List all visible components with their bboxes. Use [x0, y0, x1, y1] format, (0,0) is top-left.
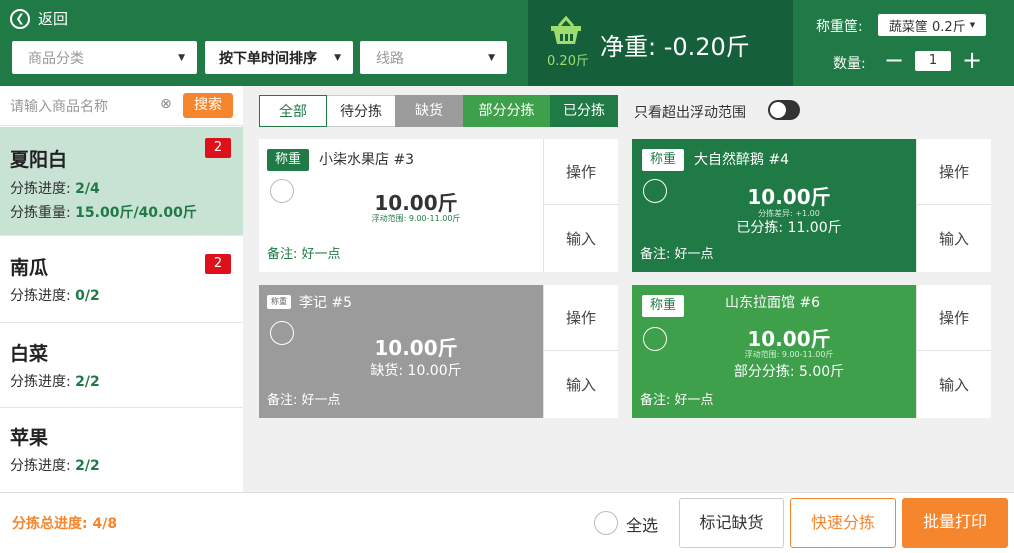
- card-input-button[interactable]: 输入: [917, 351, 991, 417]
- only-over-label: 只看超出浮动范围: [634, 105, 746, 121]
- chevron-down-icon: ▼: [488, 52, 495, 63]
- card-weight: 10.00斤: [747, 185, 831, 209]
- chevron-down-icon: ▼: [178, 52, 185, 63]
- card-operate-button[interactable]: 操作: [544, 139, 618, 205]
- card-input-button[interactable]: 输入: [917, 205, 991, 271]
- card-main: 称重 李记 #5 10.00斤 缺货: 10.00斤 备注: 好一点: [259, 285, 543, 418]
- chevron-down-icon: ▼: [969, 21, 976, 29]
- item-name: 南瓜: [10, 257, 49, 279]
- card-status: 部分分拣: 5.00斤: [733, 364, 845, 380]
- item-progress: 分拣进度: 2/4: [10, 181, 100, 197]
- list-item[interactable]: 南瓜 2 分拣进度: 0/2: [0, 236, 243, 323]
- order-card[interactable]: 称重 李记 #5 10.00斤 缺货: 10.00斤 备注: 好一点 操作 输入: [259, 285, 618, 418]
- card-name: 小柒水果店 #3: [319, 152, 415, 168]
- back-button[interactable]: ❮ 返回: [10, 8, 68, 29]
- search-button[interactable]: 搜索: [183, 93, 233, 118]
- select-all-label[interactable]: 全选: [626, 512, 658, 536]
- category-select-label: 商品分类: [28, 50, 84, 67]
- route-select-label: 线路: [376, 50, 404, 67]
- list-item[interactable]: 苹果 分拣进度: 2/2: [0, 408, 243, 492]
- list-item[interactable]: 白菜 分拣进度: 2/2: [0, 323, 243, 408]
- card-name: 山东拉面馆 #6: [725, 295, 821, 311]
- item-progress: 分拣进度: 0/2: [10, 288, 100, 304]
- qty-minus-button[interactable]: −: [884, 48, 904, 72]
- tab-pending[interactable]: 待分拣: [327, 95, 395, 127]
- count-badge: 2: [205, 254, 231, 274]
- basket-select-value: 蔬菜筐 0.2斤: [888, 19, 966, 35]
- card-operate-button[interactable]: 操作: [917, 285, 991, 351]
- sort-select[interactable]: 按下单时间排序 ▼: [205, 41, 353, 74]
- basket-select[interactable]: 蔬菜筐 0.2斤 ▼: [878, 14, 986, 36]
- weigh-tag: 称重: [267, 295, 291, 309]
- card-operate-button[interactable]: 操作: [544, 285, 618, 351]
- count-badge: 2: [205, 138, 231, 158]
- item-name: 夏阳白: [10, 149, 68, 171]
- item-name: 白菜: [10, 343, 49, 365]
- item-name: 苹果: [10, 427, 49, 449]
- toggle-knob: [770, 102, 786, 118]
- card-status: 已分拣: 11.00斤: [736, 220, 842, 236]
- card-actions: 操作 输入: [543, 285, 618, 418]
- tab-partial[interactable]: 部分分拣: [463, 95, 550, 127]
- card-range: 浮动范围: 9.00-11.00斤: [371, 214, 461, 223]
- chevron-down-icon: ▼: [334, 52, 341, 63]
- qty-plus-button[interactable]: +: [962, 48, 982, 72]
- card-actions: 操作 输入: [543, 139, 618, 272]
- card-note: 备注: 好一点: [267, 247, 341, 262]
- category-select[interactable]: 商品分类 ▼: [12, 41, 197, 74]
- mark-out-of-stock-button[interactable]: 标记缺货: [679, 498, 784, 548]
- card-weight: 10.00斤: [374, 191, 458, 215]
- basket-icon: [551, 16, 581, 44]
- card-weight: 10.00斤: [374, 336, 458, 360]
- quick-sort-button[interactable]: 快速分拣: [790, 498, 896, 548]
- weigh-tag: 称重: [267, 149, 310, 171]
- back-arrow-icon: ❮: [10, 8, 30, 29]
- tab-out-of-stock[interactable]: 缺货: [395, 95, 463, 127]
- back-label: 返回: [38, 10, 69, 28]
- card-status: 缺货: 10.00斤: [370, 363, 462, 379]
- order-card[interactable]: 称重 山东拉面馆 #6 10.00斤 浮动范围: 9.00-11.00斤 部分分…: [632, 285, 991, 418]
- card-actions: 操作 输入: [916, 139, 991, 272]
- card-name: 大自然醉鹅 #4: [694, 152, 790, 168]
- tab-all[interactable]: 全部: [259, 95, 327, 127]
- qty-input[interactable]: 1: [915, 51, 951, 71]
- total-progress: 分拣总进度: 4/8: [12, 516, 118, 532]
- card-input-button[interactable]: 输入: [544, 205, 618, 271]
- sort-select-label: 按下单时间排序: [219, 50, 317, 67]
- only-over-toggle[interactable]: [768, 100, 800, 120]
- clear-icon[interactable]: ⊗: [160, 96, 172, 112]
- card-input-button[interactable]: 输入: [544, 351, 618, 417]
- weigh-tag: 称重: [642, 295, 685, 317]
- qty-label: 数量:: [833, 56, 866, 72]
- select-all-radio[interactable]: [594, 511, 618, 535]
- card-main: 称重 小柒水果店 #3 10.00斤 浮动范围: 9.00-11.00斤 备注:…: [259, 139, 543, 272]
- item-progress: 分拣进度: 2/2: [10, 374, 100, 390]
- order-card[interactable]: 称重 大自然醉鹅 #4 10.00斤 分拣差异: +1.00 已分拣: 11.0…: [632, 139, 991, 272]
- item-progress: 分拣进度: 2/2: [10, 458, 100, 474]
- card-range: 浮动范围: 9.00-11.00斤: [744, 350, 834, 359]
- basket-weight: 0.20斤: [547, 54, 589, 69]
- batch-print-button[interactable]: 批量打印: [902, 498, 1008, 548]
- card-operate-button[interactable]: 操作: [917, 139, 991, 205]
- card-note: 备注: 好一点: [640, 393, 714, 408]
- card-main: 称重 山东拉面馆 #6 10.00斤 浮动范围: 9.00-11.00斤 部分分…: [632, 285, 916, 418]
- tab-done[interactable]: 已分拣: [550, 95, 618, 127]
- card-note: 备注: 好一点: [267, 393, 341, 408]
- list-item[interactable]: 夏阳白 2 分拣进度: 2/4 分拣重量: 15.00斤/40.00斤: [0, 127, 243, 236]
- basket-label: 称重筐:: [816, 19, 863, 35]
- card-name: 李记 #5: [299, 295, 353, 311]
- route-select[interactable]: 线路 ▼: [360, 41, 507, 74]
- card-actions: 操作 输入: [916, 285, 991, 418]
- card-weight: 10.00斤: [747, 327, 831, 351]
- card-note: 备注: 好一点: [640, 247, 714, 262]
- order-card[interactable]: 称重 小柒水果店 #3 10.00斤 浮动范围: 9.00-11.00斤 备注:…: [259, 139, 618, 272]
- search-input[interactable]: 请输入商品名称: [10, 96, 108, 116]
- item-weight: 分拣重量: 15.00斤/40.00斤: [10, 205, 197, 221]
- weigh-tag: 称重: [642, 149, 685, 171]
- card-main: 称重 大自然醉鹅 #4 10.00斤 分拣差异: +1.00 已分拣: 11.0…: [632, 139, 916, 272]
- net-weight: 净重: -0.20斤: [600, 33, 750, 61]
